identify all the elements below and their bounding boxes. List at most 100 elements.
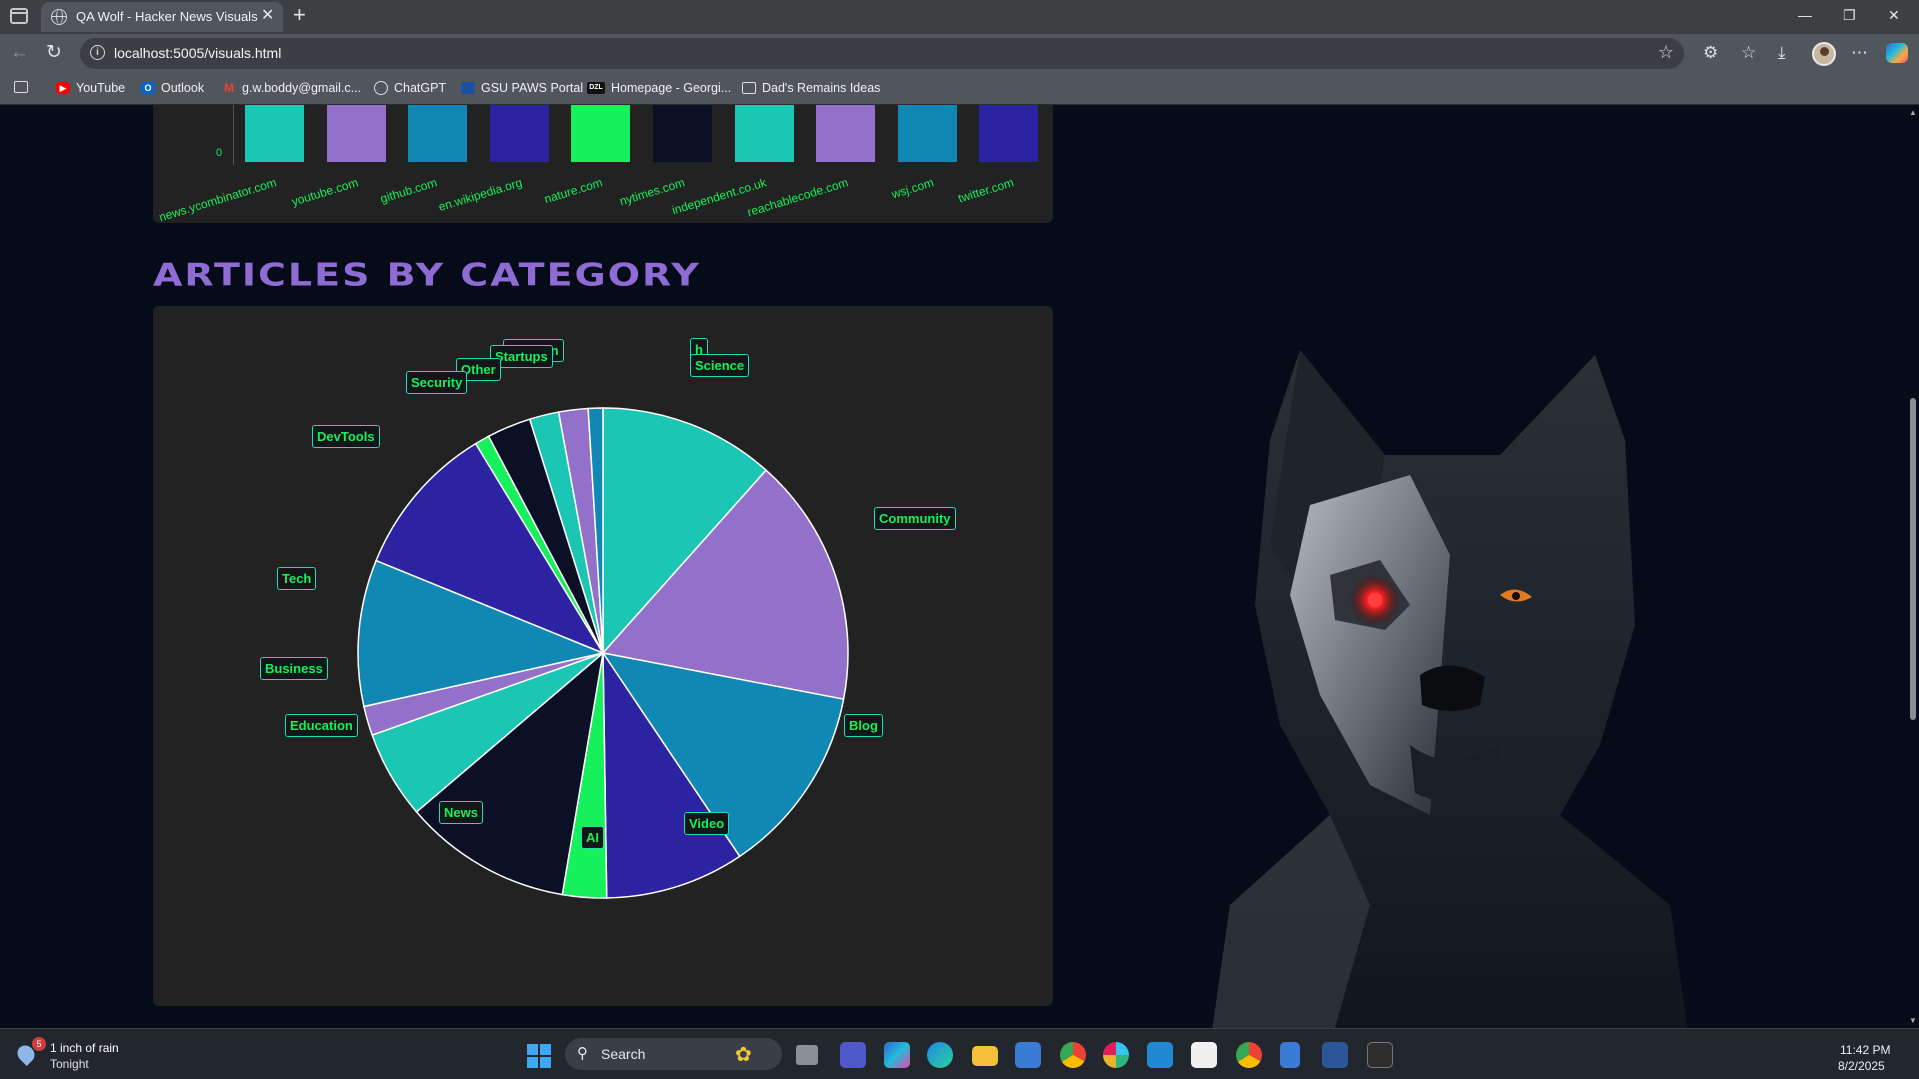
- extensions-icon[interactable]: ⚙: [1703, 43, 1718, 63]
- domain-bar: [734, 105, 794, 162]
- globe-icon: [51, 9, 67, 25]
- tab-close-icon[interactable]: ✕: [261, 7, 274, 25]
- weather-line1: 1 inch of rain: [50, 1041, 119, 1055]
- new-tab-button[interactable]: +: [293, 3, 306, 27]
- copilot-icon[interactable]: [1886, 43, 1908, 63]
- bookmark-folder[interactable]: Dad's Remains Ideas: [742, 81, 880, 95]
- slack-icon[interactable]: [1103, 1042, 1129, 1068]
- page-scrollbar[interactable]: ▲ ▼: [1906, 105, 1919, 1028]
- favorites-icon[interactable]: ☆: [1741, 43, 1756, 63]
- tab-title: QA Wolf - Hacker News Visuals: [76, 9, 258, 24]
- tab-actions-icon[interactable]: [10, 8, 28, 24]
- domain-x-label: github.com: [378, 175, 440, 206]
- youtube-icon: ▶: [56, 82, 70, 94]
- pie-label-tech: Tech: [277, 567, 317, 590]
- pie-label-news: News: [439, 801, 483, 824]
- pie-label-science: Science: [690, 354, 750, 377]
- weather-line2: Tonight: [50, 1057, 89, 1071]
- domain-x-label: news.ycombinator.com: [157, 175, 279, 225]
- downloads-icon[interactable]: ⤓: [1778, 43, 1786, 63]
- dzl-icon: DZL: [587, 82, 605, 94]
- vscode-icon[interactable]: [1147, 1042, 1173, 1068]
- bookmark-label: GSU PAWS Portal: [481, 81, 584, 95]
- active-tab[interactable]: QA Wolf - Hacker News Visuals ✕: [41, 2, 283, 32]
- chrome-profile-icon[interactable]: [1236, 1042, 1262, 1068]
- category-pie-chart: [357, 407, 849, 899]
- y-axis-zero-label: 0: [216, 147, 223, 159]
- bookmark-gmail[interactable]: Mg.w.boddy@gmail.c...: [222, 81, 361, 95]
- refresh-icon[interactable]: ↻: [46, 42, 62, 64]
- terminal-icon[interactable]: [1367, 1042, 1393, 1068]
- start-button[interactable]: [527, 1044, 551, 1068]
- pie-label-security: Security: [406, 371, 468, 394]
- notion-icon[interactable]: [1191, 1042, 1217, 1068]
- word-icon[interactable]: [1322, 1042, 1348, 1068]
- favorite-star-icon[interactable]: ☆: [1658, 42, 1674, 63]
- browser-toolbar: ← ↻ i localhost:5005/visuals.html ☆ ⚙ ☆ …: [0, 34, 1919, 74]
- chrome-icon[interactable]: [1060, 1042, 1086, 1068]
- site-info-icon[interactable]: i: [90, 45, 105, 60]
- search-placeholder: Search: [601, 1046, 646, 1062]
- scroll-up-icon[interactable]: ▲: [1909, 108, 1917, 117]
- bookmark-label: g.w.boddy@gmail.c...: [242, 81, 361, 95]
- scrollbar-thumb[interactable]: [1910, 398, 1916, 720]
- pie-label-video: Video: [684, 812, 730, 835]
- bookmark-label: YouTube: [76, 81, 126, 95]
- gsu-icon: [461, 82, 475, 94]
- bookmark-label: Dad's Remains Ideas: [762, 81, 881, 95]
- section-title: Articles by Category: [153, 257, 701, 294]
- domain-bar: [816, 105, 876, 162]
- folder-icon: [742, 82, 756, 94]
- file-explorer-icon[interactable]: [972, 1046, 998, 1066]
- domain-bar: [245, 105, 304, 162]
- chatgpt-icon: [374, 81, 388, 95]
- bookmark-gsu[interactable]: GSU PAWS Portal: [461, 81, 583, 95]
- windows-taskbar: 5 1 inch of rain Tonight ⚲ Search ✿ 11:4…: [0, 1028, 1919, 1079]
- domain-bar: [979, 105, 1039, 162]
- domain-x-label: youtube.com: [290, 175, 361, 209]
- bookmark-outlook[interactable]: O Outlook: [141, 81, 204, 95]
- domain-bar: [489, 105, 549, 162]
- clock-date[interactable]: 8/2/2025: [1838, 1059, 1885, 1073]
- more-menu-icon[interactable]: ⋯: [1851, 43, 1868, 63]
- page-content: 0 news.ycombinator.com youtube.com github.…: [0, 105, 1906, 1028]
- bookmark-homepage[interactable]: DZL Homepage - Georgi...: [587, 81, 731, 95]
- domain-x-label: nature.com: [542, 175, 605, 207]
- domain-bar: [326, 105, 386, 162]
- category-chart-panel: h entation Startups Other Security Scien…: [153, 306, 1053, 1006]
- cyborg-wolf-image: [1212, 350, 1688, 1028]
- domain-x-label: twitter.com: [956, 175, 1016, 206]
- taskbar-search[interactable]: ⚲ Search ✿: [565, 1038, 782, 1070]
- task-view-icon[interactable]: [796, 1045, 818, 1065]
- clock-time[interactable]: 11:42 PM: [1840, 1043, 1890, 1057]
- bookmarks-bar: ▶ YouTube O Outlook Mg.w.boddy@gmail.c... …: [0, 74, 1919, 105]
- edge-icon[interactable]: [927, 1042, 953, 1068]
- back-icon[interactable]: ←: [10, 42, 29, 64]
- bookmark-label: ChatGPT: [394, 81, 447, 95]
- teams-icon[interactable]: [840, 1042, 866, 1068]
- copilot-app-icon[interactable]: [884, 1042, 910, 1068]
- restore-icon[interactable]: ❐: [1843, 6, 1856, 24]
- store-icon[interactable]: [1015, 1042, 1041, 1068]
- pie-label-devtools: DevTools: [312, 425, 380, 448]
- minimize-icon[interactable]: —: [1798, 6, 1812, 24]
- pie-label-business: Business: [260, 657, 328, 680]
- bookmark-label: Homepage - Georgi...: [611, 81, 732, 95]
- domain-x-label: wsj.com: [889, 175, 936, 202]
- profile-avatar[interactable]: [1812, 42, 1836, 66]
- domain-x-label: en.wikipedia.org: [437, 175, 525, 215]
- url-text[interactable]: localhost:5005/visuals.html: [114, 45, 281, 61]
- bookmark-chatgpt[interactable]: ChatGPT: [374, 81, 446, 95]
- address-bar[interactable]: i localhost:5005/visuals.html ☆: [80, 38, 1684, 69]
- scroll-down-icon[interactable]: ▼: [1909, 1016, 1917, 1025]
- search-highlight-icon: ✿: [735, 1044, 752, 1066]
- search-icon: ⚲: [577, 1045, 588, 1062]
- close-window-icon[interactable]: ✕: [1888, 6, 1900, 24]
- bookmark-youtube[interactable]: ▶ YouTube: [56, 81, 125, 95]
- tab-bar: QA Wolf - Hacker News Visuals ✕ + — ❐ ✕: [0, 0, 1919, 34]
- bookmark-label: Outlook: [161, 81, 205, 95]
- domain-bar: [408, 105, 468, 162]
- notepad-icon[interactable]: [1280, 1042, 1300, 1068]
- domain-bar: [897, 105, 957, 162]
- reading-list-icon[interactable]: [14, 81, 28, 93]
